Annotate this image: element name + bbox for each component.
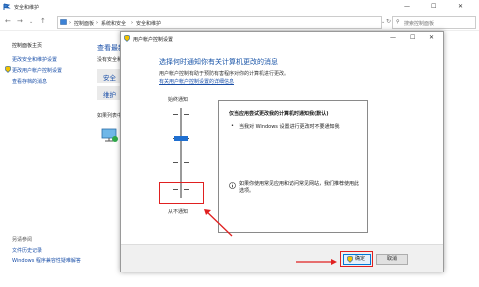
annotation-arrows <box>204 209 337 265</box>
annotation-arrow-slider <box>204 209 233 237</box>
annotation-arrowhead-ok <box>331 259 337 265</box>
